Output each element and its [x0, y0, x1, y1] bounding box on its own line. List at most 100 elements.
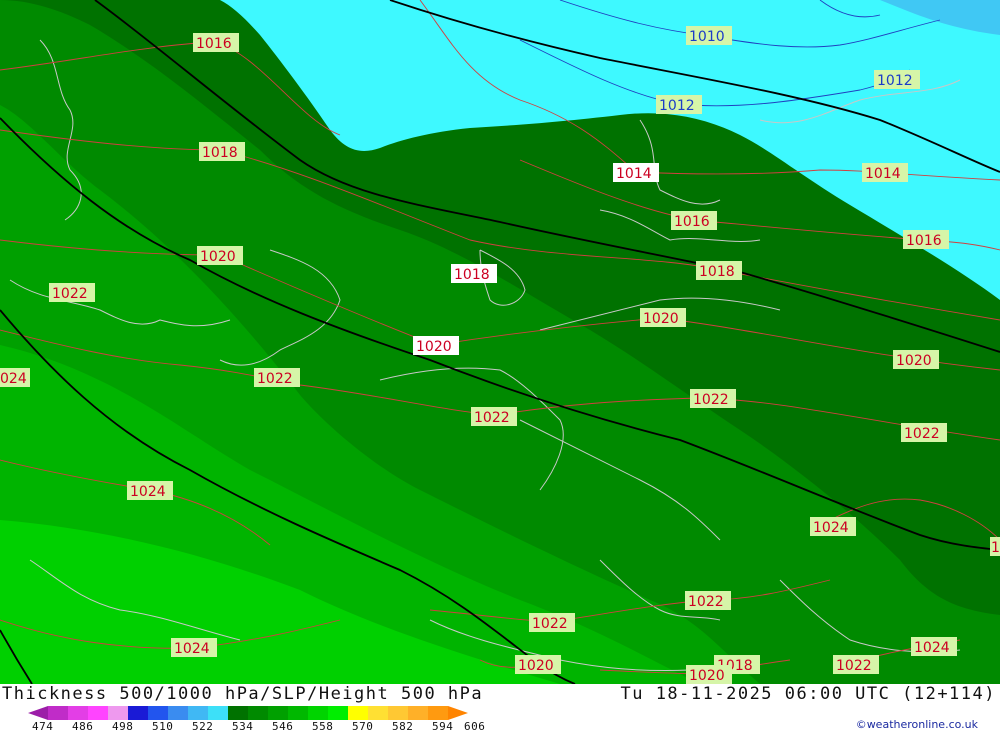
isobar-label: 1012: [874, 70, 920, 89]
color-scale-tick-label: 474: [32, 720, 54, 733]
color-scale-tick-label: 546: [272, 720, 294, 733]
color-scale-segment: [248, 706, 268, 720]
isobar-label: 1018: [696, 261, 742, 280]
svg-text:1024: 1024: [174, 641, 210, 657]
color-scale-segment: [368, 706, 388, 720]
color-scale-tick-label: 522: [192, 720, 214, 733]
svg-text:1024: 1024: [813, 520, 849, 536]
weather-map: 1016 1010 1012 1012 1018 1014 1014 1016 …: [0, 0, 1000, 684]
isobar-label: 1022: [49, 283, 95, 302]
svg-text:024: 024: [0, 371, 27, 387]
color-scale-segment: [228, 706, 248, 720]
isobar-label: 1016: [903, 230, 949, 249]
isobar-label: 1020: [893, 350, 939, 369]
color-scale-tick-label: 558: [312, 720, 334, 733]
svg-text:1022: 1022: [474, 410, 510, 426]
svg-text:1024: 1024: [914, 640, 950, 656]
isobar-label: 1022: [529, 613, 575, 632]
svg-text:1018: 1018: [699, 264, 735, 280]
svg-text:1022: 1022: [904, 426, 940, 442]
isobar-label: 1016: [671, 211, 717, 230]
isobar-label: 1: [990, 537, 1000, 556]
isobar-label: 1022: [471, 407, 517, 426]
isobar-label: 1014: [613, 163, 659, 182]
svg-text:1022: 1022: [688, 594, 724, 610]
color-scale-tick-label: 570: [352, 720, 374, 733]
svg-text:1022: 1022: [836, 658, 872, 674]
svg-text:1024: 1024: [130, 484, 166, 500]
isobar-label: 1024: [911, 637, 957, 656]
color-scale-segment: [188, 706, 208, 720]
color-scale-segment: [408, 706, 428, 720]
color-scale-segment: [148, 706, 168, 720]
svg-text:1020: 1020: [643, 311, 679, 327]
color-scale-tick-label: 606: [464, 720, 486, 733]
color-scale-segment: [168, 706, 188, 720]
color-scale-segment: [448, 706, 468, 720]
svg-text:1022: 1022: [693, 392, 729, 408]
svg-text:1020: 1020: [896, 353, 932, 369]
svg-text:1012: 1012: [877, 73, 913, 89]
svg-text:1018: 1018: [454, 267, 490, 283]
color-scale-tick-label: 594: [432, 720, 454, 733]
isobar-label: 1024: [810, 517, 856, 536]
color-scale-segment: [28, 706, 48, 720]
svg-text:1016: 1016: [196, 36, 232, 52]
color-scale-ticks: 474 486 498 510 522 534 546 558 570 582 594 606: [28, 720, 498, 733]
isobar-label: 1022: [685, 591, 731, 610]
isobar-label: 1022: [690, 389, 736, 408]
isobar-label: 1010: [686, 26, 732, 45]
svg-text:1012: 1012: [659, 98, 695, 114]
svg-text:1022: 1022: [52, 286, 88, 302]
isobar-label: 1014: [862, 163, 908, 182]
isobar-label: 024: [0, 368, 30, 387]
isobar-label: 1020: [515, 655, 561, 674]
color-scale-tick-label: 582: [392, 720, 414, 733]
isobar-label: 1020: [413, 336, 459, 355]
color-scale-segment: [208, 706, 228, 720]
map-footer: Thickness 500/1000 hPa/SLP/Height 500 hP…: [0, 684, 1000, 733]
svg-text:1014: 1014: [865, 166, 901, 182]
color-scale-segment: [128, 706, 148, 720]
svg-text:1022: 1022: [257, 371, 293, 387]
color-scale-tick-label: 510: [152, 720, 174, 733]
isobar-label: 1022: [254, 368, 300, 387]
isobar-label: 1018: [199, 142, 245, 161]
isobar-label: 1022: [833, 655, 879, 674]
isobar-label: 1024: [171, 638, 217, 657]
svg-text:1020: 1020: [416, 339, 452, 355]
isobar-label: 1020: [640, 308, 686, 327]
color-scale-segment: [108, 706, 128, 720]
svg-text:1016: 1016: [906, 233, 942, 249]
svg-text:1016: 1016: [674, 214, 710, 230]
color-scale-tick-label: 498: [112, 720, 134, 733]
credit-link[interactable]: ©weatheronline.co.uk: [856, 718, 978, 731]
isobar-label: 1022: [901, 423, 947, 442]
color-scale-segment: [308, 706, 328, 720]
color-scale-tick-label: 534: [232, 720, 254, 733]
color-scale-segment: [288, 706, 308, 720]
color-scale-segment: [88, 706, 108, 720]
isobar-label: 1016: [193, 33, 239, 52]
map-title: Thickness 500/1000 hPa/SLP/Height 500 hP…: [2, 684, 484, 704]
isobar-label: 1020: [197, 246, 243, 265]
svg-text:1: 1: [991, 540, 1000, 556]
color-scale-segment: [428, 706, 448, 720]
isobar-label: 1012: [656, 95, 702, 114]
isobar-label: 1024: [127, 481, 173, 500]
isobar-label: 1020: [686, 665, 732, 684]
map-datetime: Tu 18-11-2025 06:00 UTC (12+114): [620, 684, 996, 704]
svg-text:1014: 1014: [616, 166, 652, 182]
color-scale-segment: [328, 706, 348, 720]
svg-text:1018: 1018: [202, 145, 238, 161]
svg-text:1020: 1020: [689, 668, 725, 684]
color-scale-segment: [48, 706, 68, 720]
color-scale-segment: [268, 706, 288, 720]
color-scale-segment: [68, 706, 88, 720]
color-scale-bar: [28, 706, 468, 720]
color-scale-segment: [348, 706, 368, 720]
svg-text:1010: 1010: [689, 29, 725, 45]
color-scale-segment: [388, 706, 408, 720]
svg-text:1022: 1022: [532, 616, 568, 632]
svg-text:1020: 1020: [518, 658, 554, 674]
